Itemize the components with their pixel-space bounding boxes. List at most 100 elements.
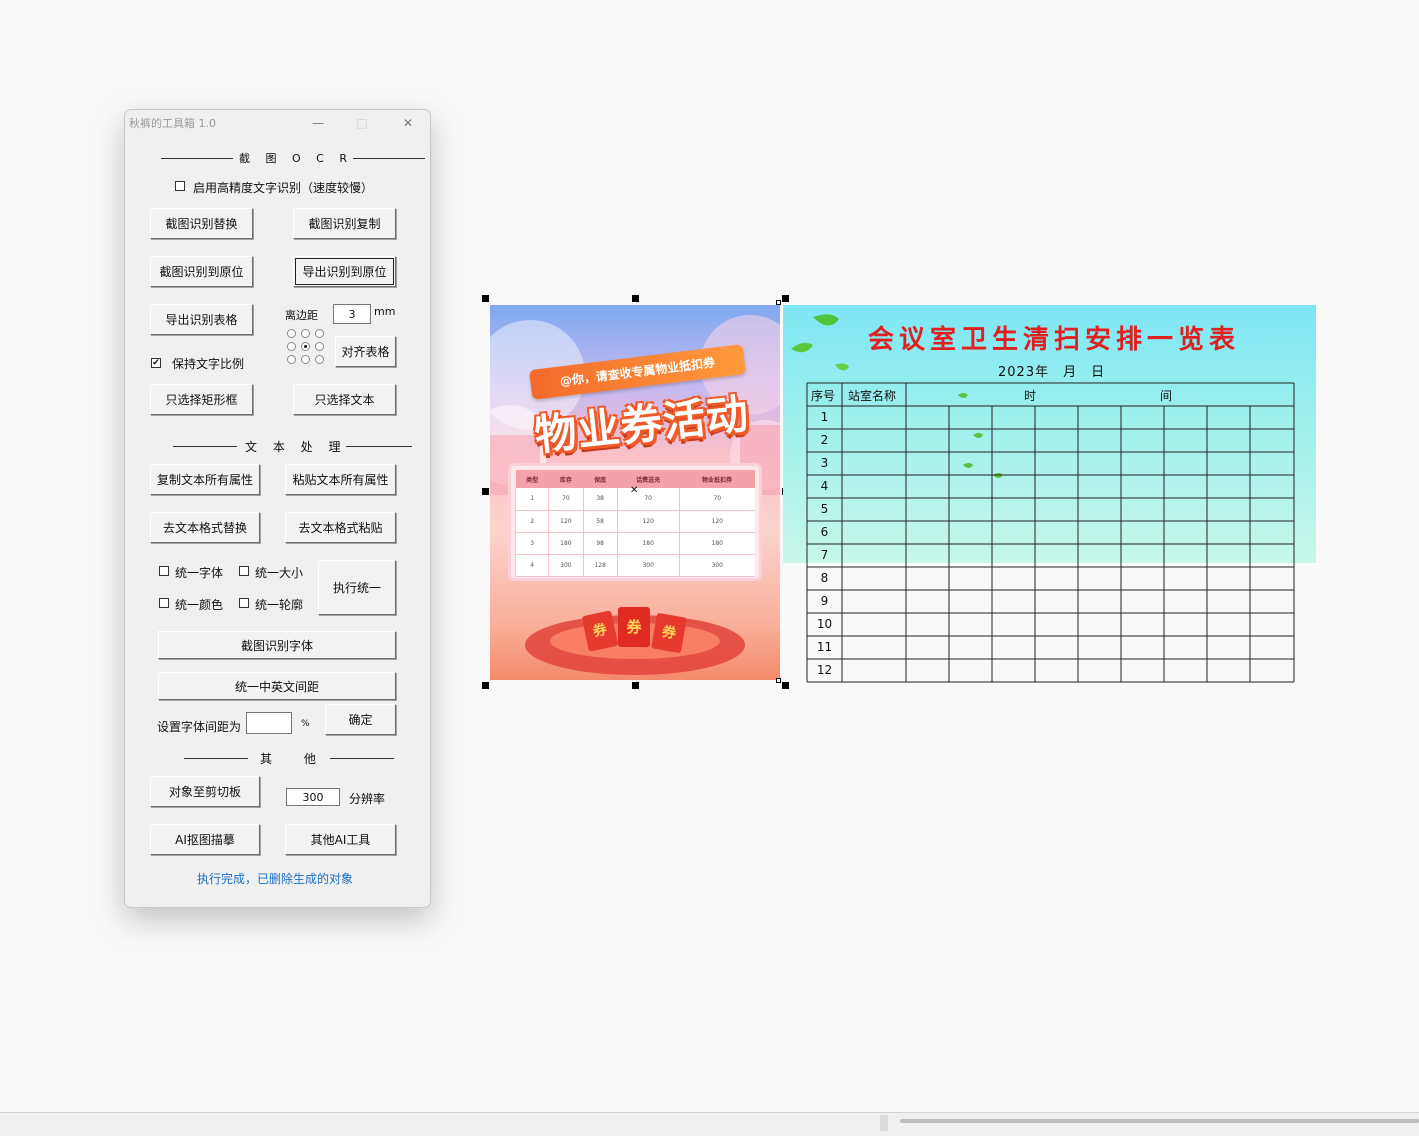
row-number: 8	[820, 571, 829, 585]
poster-table-row: 4 300 128 300 300	[514, 554, 755, 577]
poster-table-cell: 128	[582, 554, 618, 577]
selection-handle-inner-tr[interactable]	[776, 300, 781, 305]
apply-unify-button[interactable]: 执行统一	[318, 560, 396, 615]
poster-table-cell: 300	[548, 554, 584, 577]
selection-handle-inner-br[interactable]	[776, 678, 781, 683]
paste-text-props-button[interactable]: 粘贴文本所有属性	[285, 464, 396, 495]
selection-handle-tl[interactable]	[482, 295, 489, 302]
align-radio-tl[interactable]	[287, 329, 296, 338]
col-header-room: 站室名称	[848, 389, 897, 403]
row-number: 4	[820, 479, 829, 493]
row-number: 1	[820, 410, 829, 424]
export-table-button[interactable]: 导出识别表格	[150, 304, 253, 335]
margin-unit: mm	[374, 305, 396, 318]
high-precision-checkbox[interactable]	[175, 181, 185, 191]
row-number: 7	[820, 548, 829, 562]
strip-format-replace-button[interactable]: 去文本格式替换	[150, 512, 260, 543]
align-radio-bc[interactable]	[301, 355, 310, 364]
keep-ratio-label: 保持文字比例	[172, 357, 245, 371]
col-header-no: 序号	[811, 389, 836, 403]
row-number: 12	[816, 663, 833, 677]
section-text: 文 本 处 理	[173, 438, 413, 455]
toolbox-window: 秋裤的工具箱 1.0 — □ ✕ 截 图 O C R 启用高精度文字识别（速度较…	[124, 109, 431, 908]
poster-table-cell: 70	[548, 488, 584, 511]
selection-handle-ml[interactable]	[482, 488, 489, 495]
align-radio-ml[interactable]	[287, 342, 296, 351]
section-ocr: 截 图 O C R	[161, 150, 425, 166]
window-title: 秋裤的工具箱 1.0	[129, 117, 216, 130]
align-radio-bl[interactable]	[287, 355, 296, 364]
section-ocr-title: 截 图 O C R	[239, 152, 353, 165]
align-radio-tr[interactable]	[315, 329, 324, 338]
unify-color-checkbox[interactable]	[159, 598, 169, 608]
spacing-input[interactable]	[246, 712, 292, 734]
margin-input[interactable]: 3	[333, 304, 371, 324]
resolution-label: 分辨率	[349, 792, 386, 806]
maximize-icon[interactable]: □	[340, 110, 384, 136]
unify-outline-checkbox[interactable]	[239, 598, 249, 608]
poster-table-header-cell: 话费送充	[636, 476, 661, 484]
selection-handle-tc[interactable]	[632, 295, 639, 302]
row-number: 6	[820, 525, 829, 539]
poster-image[interactable]: @你，请查收专属物业抵扣券 物业券活动 类型 库存 保底 话费送充 物业抵扣券 1 70 3…	[490, 305, 780, 680]
poster-table-cell: 180	[678, 532, 755, 555]
row-number: 11	[816, 640, 833, 654]
selection-handle-bl[interactable]	[482, 682, 489, 689]
minimize-icon[interactable]: —	[296, 110, 340, 136]
select-text-button[interactable]: 只选择文本	[293, 384, 396, 415]
poster-table-row: 3 180 98 180 180	[514, 532, 755, 555]
row-number: 9	[820, 594, 829, 608]
resolution-input[interactable]: 300	[286, 788, 340, 806]
unify-spacing-button[interactable]: 统一中英文间距	[158, 672, 396, 700]
col-header-time-a: 时	[1024, 389, 1037, 403]
unify-size-checkbox[interactable]	[239, 566, 249, 576]
poster-table-cell: 300	[678, 554, 755, 577]
other-ai-tools-button[interactable]: 其他AI工具	[285, 824, 396, 855]
poster-table-row: 2 120 58 120 120	[514, 510, 755, 533]
poster-table-cell: 98	[582, 532, 618, 555]
confirm-button[interactable]: 确定	[325, 704, 396, 735]
detect-font-button[interactable]: 截图识别字体	[158, 631, 396, 659]
poster-table-cell: 2	[514, 510, 549, 533]
export-to-origin-button[interactable]: 导出识别到原位	[293, 256, 396, 287]
poster-table-cell: 70	[678, 488, 755, 511]
selection-handle-tr[interactable]	[782, 295, 789, 302]
schedule-sheet-image[interactable]: 会议室卫生清扫安排一览表 2023年 月 日 序号 站室名称 时 间 12345…	[783, 305, 1316, 685]
align-table-button[interactable]: 对齐表格	[335, 336, 396, 367]
ai-trace-button[interactable]: AI抠图描摹	[150, 824, 260, 855]
keep-ratio-checkbox[interactable]: ✔	[151, 358, 161, 368]
align-radio-tc[interactable]	[301, 329, 310, 338]
row-number: 2	[820, 433, 829, 447]
col-header-time-b: 间	[1160, 389, 1173, 403]
row-number: 10	[816, 617, 833, 631]
unify-color-label: 统一颜色	[175, 598, 224, 612]
unify-size-label: 统一大小	[255, 566, 304, 580]
schedule-grid	[806, 382, 1295, 683]
poster-table-cell: 38	[582, 488, 618, 511]
to-clipboard-button[interactable]: 对象至剪切板	[150, 776, 260, 807]
ocr-copy-button[interactable]: 截图识别复制	[293, 208, 396, 239]
poster-table-card: 类型 库存 保底 话费送充 物业抵扣券 1 70 38 70 70 2 120 58 120 120 3 18…	[508, 463, 762, 581]
ocr-to-origin-button[interactable]: 截图识别到原位	[150, 256, 253, 287]
close-icon[interactable]: ✕	[386, 110, 430, 136]
select-rect-button[interactable]: 只选择矩形框	[150, 384, 253, 415]
margin-label: 离边距	[285, 309, 318, 322]
scrollbar-thumb[interactable]	[900, 1119, 1419, 1123]
align-radio-center[interactable]	[301, 342, 310, 351]
section-other: 其 他	[184, 750, 394, 767]
horizontal-scrollbar[interactable]	[0, 1112, 1419, 1136]
selection-handle-bc[interactable]	[632, 682, 639, 689]
title-bar[interactable]: 秋裤的工具箱 1.0 — □ ✕	[125, 110, 430, 136]
align-radio-mr[interactable]	[315, 342, 324, 351]
coupon-right-text: 券	[660, 623, 678, 643]
ocr-replace-button[interactable]: 截图识别替换	[150, 208, 253, 239]
poster-table-cell: 120	[678, 510, 755, 533]
poster-table-cell: 1	[514, 488, 549, 511]
poster-table-cell: 120	[616, 510, 680, 533]
unify-font-checkbox[interactable]	[159, 566, 169, 576]
copy-text-props-button[interactable]: 复制文本所有属性	[150, 464, 260, 495]
poster-table-cell: 70	[616, 488, 680, 511]
align-radio-br[interactable]	[315, 355, 324, 364]
strip-format-paste-button[interactable]: 去文本格式粘贴	[285, 512, 396, 543]
poster-table-cell: 3	[514, 532, 549, 555]
